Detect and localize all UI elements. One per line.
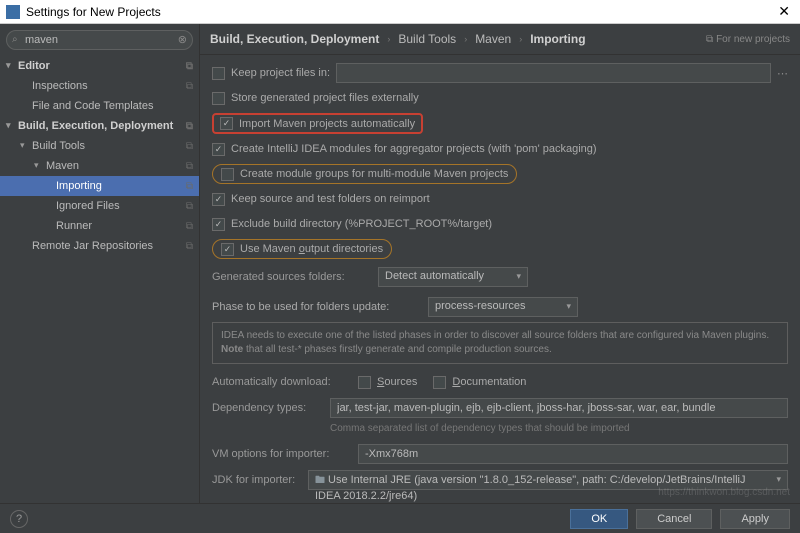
chk-import-auto[interactable] [220,117,233,130]
lbl-exclude-build: Exclude build directory (%PROJECT_ROOT%/… [231,218,492,230]
chk-sources[interactable] [358,376,371,389]
breadcrumb: Build, Execution, Deployment › Build Too… [200,24,800,55]
lbl-use-output: Use Maven output directories [240,243,383,255]
lbl-auto-download: Automatically download: [212,376,352,388]
apply-button[interactable]: Apply [720,509,790,529]
browse-icon[interactable]: ⋯ [777,67,788,80]
tree-file-templates[interactable]: File and Code Templates [0,96,199,116]
tree-inspections[interactable]: Inspections⧉ [0,76,199,96]
titlebar: Settings for New Projects ✕ [0,0,800,24]
input-dep-types[interactable] [330,398,788,418]
chevron-right-icon: › [464,34,467,44]
chk-store-generated[interactable] [212,92,225,105]
tree-remote-jar[interactable]: Remote Jar Repositories⧉ [0,236,199,256]
app-icon [6,5,20,19]
copy-icon: ⧉ [186,201,193,212]
chk-use-output[interactable] [221,243,234,256]
copy-icon: ⧉ [186,81,193,92]
lbl-create-modules: Create IntelliJ IDEA modules for aggrega… [231,143,597,155]
scope-badge: ⧉For new projects [706,34,790,45]
search-clear-icon[interactable]: ⊗ [178,33,187,46]
select-phase[interactable]: process-resources [428,297,578,317]
tree-importing[interactable]: Importing⧉ [0,176,199,196]
chk-keep-source[interactable] [212,193,225,206]
copy-icon: ⧉ [186,181,193,192]
chk-exclude-build[interactable] [212,218,225,231]
tree-maven[interactable]: Maven⧉ [0,156,199,176]
search-wrap: ⌕ ⊗ [0,24,199,56]
copy-icon: ⧉ [186,241,193,252]
select-jdk[interactable]: 🖿Use Internal JRE (java version "1.8.0_1… [308,470,788,490]
help-button[interactable]: ? [10,510,28,528]
settings-tree: Editor⧉ Inspections⧉ File and Code Templ… [0,56,199,503]
lbl-phase: Phase to be used for folders update: [212,301,422,313]
close-icon[interactable]: ✕ [774,3,794,20]
tree-editor[interactable]: Editor⧉ [0,56,199,76]
tree-bed[interactable]: Build, Execution, Deployment⧉ [0,116,199,136]
chk-documentation[interactable] [433,376,446,389]
ok-button[interactable]: OK [570,509,628,529]
copy-icon: ⧉ [186,141,193,152]
copy-icon: ⧉ [186,161,193,172]
phase-note: IDEA needs to execute one of the listed … [212,322,788,364]
chevron-right-icon: › [387,34,390,44]
sidebar: ⌕ ⊗ Editor⧉ Inspections⧉ File and Code T… [0,24,200,503]
search-input[interactable] [6,30,193,50]
lbl-import-auto: Import Maven projects automatically [239,118,415,130]
copy-icon: ⧉ [186,121,193,132]
cancel-button[interactable]: Cancel [636,509,712,529]
crumb-build-tools[interactable]: Build Tools [398,32,456,46]
lbl-create-groups: Create module groups for multi-module Ma… [240,168,508,180]
chk-keep-files[interactable] [212,67,225,80]
lbl-keep-files: Keep project files in: [231,67,330,79]
lbl-keep-source: Keep source and test folders on reimport [231,193,430,205]
copy-icon: ⧉ [186,221,193,232]
lbl-dep-types: Dependency types: [212,402,324,414]
lbl-sources: Sources [377,376,417,388]
input-keep-files[interactable] [336,63,771,83]
lbl-vm: VM options for importer: [212,448,352,460]
copy-icon: ⧉ [706,34,713,45]
lbl-jdk: JDK for importer: [212,474,302,486]
folder-icon: 🖿 [315,475,325,486]
chk-create-groups[interactable] [221,168,234,181]
select-generated[interactable]: Detect automatically [378,267,528,287]
input-vm[interactable] [358,444,788,464]
window-title: Settings for New Projects [26,5,774,19]
dep-hint: Comma separated list of dependency types… [330,423,788,434]
footer: ? OK Cancel Apply [0,503,800,533]
search-icon: ⌕ [12,34,18,45]
chk-create-modules[interactable] [212,143,225,156]
main: ⌕ ⊗ Editor⧉ Inspections⧉ File and Code T… [0,24,800,503]
lbl-store-generated: Store generated project files externally [231,92,419,104]
tree-runner[interactable]: Runner⧉ [0,216,199,236]
crumb-importing: Importing [530,32,585,46]
tree-ignored[interactable]: Ignored Files⧉ [0,196,199,216]
form: Keep project files in: ⋯ Store generated… [200,55,800,503]
copy-icon: ⧉ [186,61,193,72]
chevron-right-icon: › [519,34,522,44]
crumb-maven[interactable]: Maven [475,32,511,46]
lbl-generated: Generated sources folders: [212,271,372,283]
crumb-bed[interactable]: Build, Execution, Deployment [210,32,379,46]
lbl-documentation: Documentation [452,376,526,388]
content: Build, Execution, Deployment › Build Too… [200,24,800,503]
tree-build-tools[interactable]: Build Tools⧉ [0,136,199,156]
